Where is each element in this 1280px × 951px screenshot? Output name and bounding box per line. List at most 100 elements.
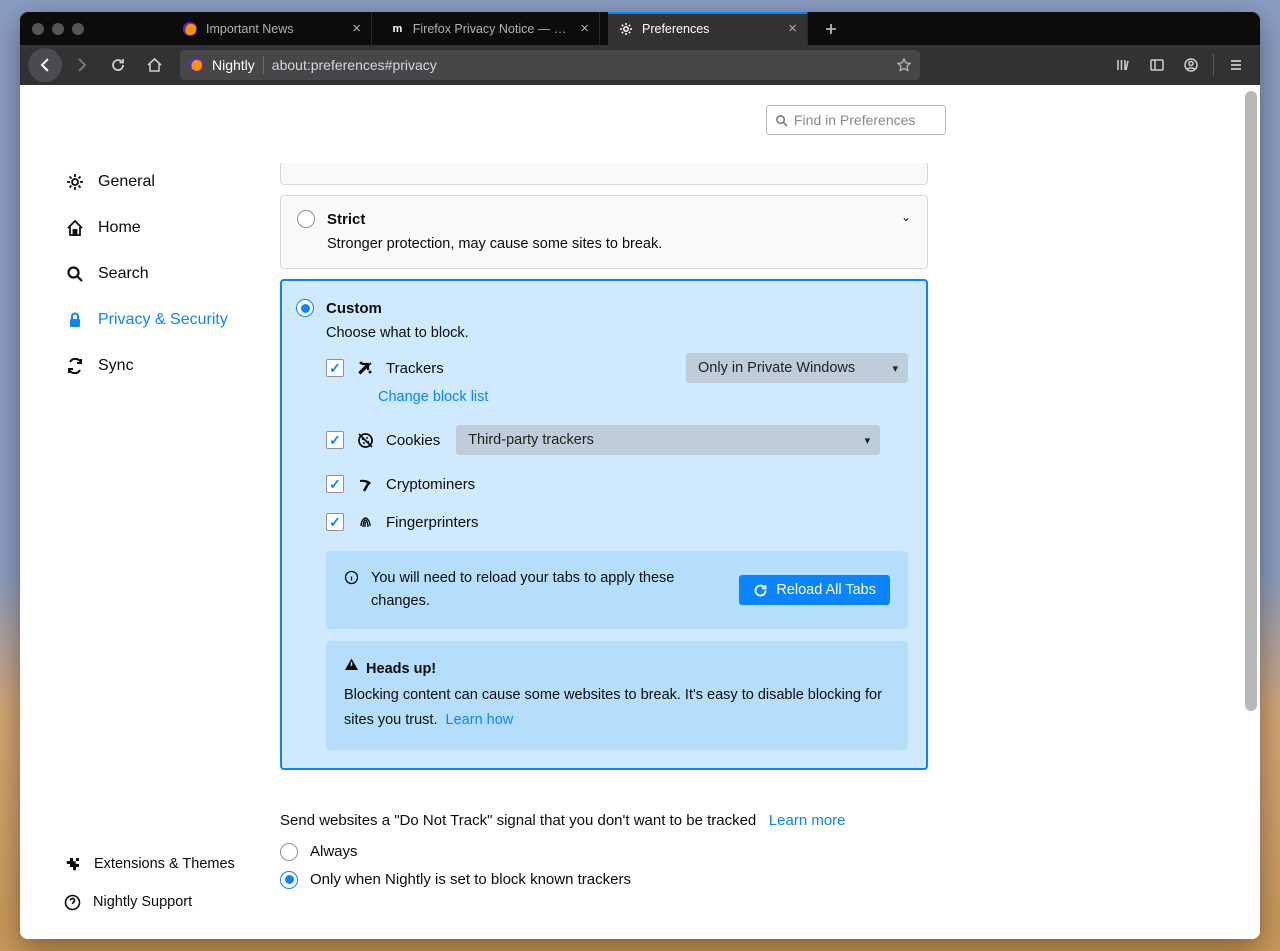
main-content: ⌄ Strict Stronger protection, may cause …	[280, 159, 928, 889]
urlbar-separator	[263, 56, 264, 74]
window-frame: Important News × m Firefox Privacy Notic…	[20, 12, 1260, 939]
trackers-select[interactable]: Only in Private Windows	[686, 353, 908, 383]
zoom-window-button[interactable]	[72, 23, 84, 35]
help-icon	[64, 894, 81, 911]
app-menu-button[interactable]	[1220, 49, 1252, 81]
tab-label: Important News	[206, 22, 294, 36]
tab-label: Firefox Privacy Notice — Mozill	[413, 22, 572, 36]
change-block-list-link[interactable]: Change block list	[378, 389, 908, 405]
info-icon	[344, 570, 359, 585]
sidebar-item-label: Search	[98, 265, 149, 283]
sidebar-item-extensions[interactable]: Extensions & Themes	[64, 845, 284, 883]
cookies-select[interactable]: Third-party trackers	[456, 425, 880, 455]
protection-strict-card[interactable]: ⌄ Strict Stronger protection, may cause …	[280, 195, 928, 269]
home-icon	[64, 217, 86, 239]
tab-preferences[interactable]: Preferences ×	[608, 12, 808, 45]
cryptominers-label: Cryptominers	[386, 476, 475, 493]
urlbar-brand: Nightly	[212, 57, 255, 73]
protection-standard-card[interactable]	[280, 163, 928, 185]
sidebar-item-support[interactable]: Nightly Support	[64, 883, 284, 921]
close-window-button[interactable]	[32, 23, 44, 35]
sidebar-item-home[interactable]: Home	[64, 205, 264, 251]
reload-button-label: Reload All Tabs	[776, 582, 876, 598]
strict-title: Strict	[327, 211, 365, 228]
warn-text: Blocking content can cause some websites…	[344, 687, 882, 728]
close-tab-icon[interactable]: ×	[788, 20, 797, 37]
firefox-favicon-icon	[182, 21, 198, 37]
trackers-label: Trackers	[386, 360, 444, 377]
cookies-label: Cookies	[386, 432, 440, 449]
toolbar-right	[1107, 49, 1252, 81]
sidebar-item-general[interactable]: General	[64, 159, 264, 205]
strict-radio[interactable]	[297, 210, 315, 228]
learn-how-link[interactable]: Learn how	[446, 712, 514, 728]
sidebar-item-label: Home	[98, 219, 141, 237]
search-placeholder: Find in Preferences	[794, 112, 915, 128]
chevron-down-icon[interactable]: ⌄	[901, 210, 911, 224]
preferences-content: Find in Preferences General Home Search	[20, 85, 1260, 939]
puzzle-icon	[64, 855, 82, 873]
dnt-learn-more-link[interactable]: Learn more	[769, 812, 846, 829]
lock-icon	[64, 309, 86, 331]
url-bar[interactable]: Nightly about:preferences#privacy	[180, 50, 920, 80]
fingerprinters-icon	[356, 514, 374, 531]
tab-privacy-notice[interactable]: m Firefox Privacy Notice — Mozill ×	[380, 12, 600, 45]
dnt-only-label: Only when Nightly is set to block known …	[310, 871, 631, 888]
sidebar-toggle-button[interactable]	[1141, 49, 1173, 81]
sidebar-item-label: Sync	[98, 357, 134, 375]
dnt-always-radio[interactable]	[280, 843, 298, 861]
sidebar-item-label: Privacy & Security	[98, 311, 228, 329]
back-button[interactable]	[28, 48, 62, 82]
custom-title: Custom	[326, 300, 382, 317]
trackers-select-value: Only in Private Windows	[698, 360, 855, 376]
fingerprinters-label: Fingerprinters	[386, 514, 479, 531]
account-button[interactable]	[1175, 49, 1207, 81]
reload-button[interactable]	[102, 49, 134, 81]
warn-title: Heads up!	[366, 661, 436, 677]
close-tab-icon[interactable]: ×	[352, 20, 361, 37]
close-tab-icon[interactable]: ×	[580, 20, 589, 37]
minimize-window-button[interactable]	[52, 23, 64, 35]
search-icon	[775, 114, 788, 127]
custom-radio[interactable]	[296, 299, 314, 317]
search-icon	[64, 263, 86, 285]
heads-up-panel: Heads up! Blocking content can cause som…	[326, 641, 908, 749]
urlbar-url: about:preferences#privacy	[272, 57, 437, 73]
new-tab-button[interactable]	[816, 22, 846, 36]
firefox-identity-icon	[188, 57, 204, 73]
navbar: Nightly about:preferences#privacy	[20, 45, 1260, 85]
mozilla-favicon-icon: m	[390, 21, 405, 37]
tab-label: Preferences	[642, 22, 709, 36]
reload-icon	[753, 583, 768, 598]
sidebar-item-sync[interactable]: Sync	[64, 343, 264, 389]
sidebar-item-label: Extensions & Themes	[94, 856, 235, 872]
gear-icon	[618, 21, 634, 37]
strict-desc: Stronger protection, may cause some site…	[327, 236, 909, 252]
tab-important-news[interactable]: Important News ×	[172, 12, 372, 45]
warning-icon	[344, 657, 362, 672]
reload-all-tabs-button[interactable]: Reload All Tabs	[739, 575, 890, 605]
dnt-only-radio[interactable]	[280, 871, 298, 889]
scrollbar-thumb[interactable]	[1245, 91, 1257, 711]
dnt-always-label: Always	[310, 843, 358, 860]
do-not-track-section: Send websites a "Do Not Track" signal th…	[280, 812, 928, 889]
cookies-icon	[356, 432, 374, 449]
fingerprinters-checkbox[interactable]	[326, 513, 344, 531]
cryptominers-checkbox[interactable]	[326, 475, 344, 493]
bookmark-star-icon[interactable]	[896, 57, 912, 73]
reload-info-text: You will need to reload your tabs to app…	[371, 567, 727, 613]
cookies-checkbox[interactable]	[326, 431, 344, 449]
preferences-search[interactable]: Find in Preferences	[766, 105, 946, 135]
trackers-icon	[356, 360, 374, 377]
preferences-sidebar: General Home Search Privacy & Security	[64, 159, 264, 389]
sidebar-item-privacy[interactable]: Privacy & Security	[64, 297, 264, 343]
traffic-lights	[32, 23, 84, 35]
trackers-checkbox[interactable]	[326, 359, 344, 377]
custom-desc: Choose what to block.	[326, 325, 908, 341]
toolbar-separator	[1213, 54, 1214, 76]
sidebar-item-search[interactable]: Search	[64, 251, 264, 297]
library-button[interactable]	[1107, 49, 1139, 81]
home-button[interactable]	[138, 49, 170, 81]
sync-icon	[64, 355, 86, 377]
forward-button[interactable]	[66, 49, 98, 81]
